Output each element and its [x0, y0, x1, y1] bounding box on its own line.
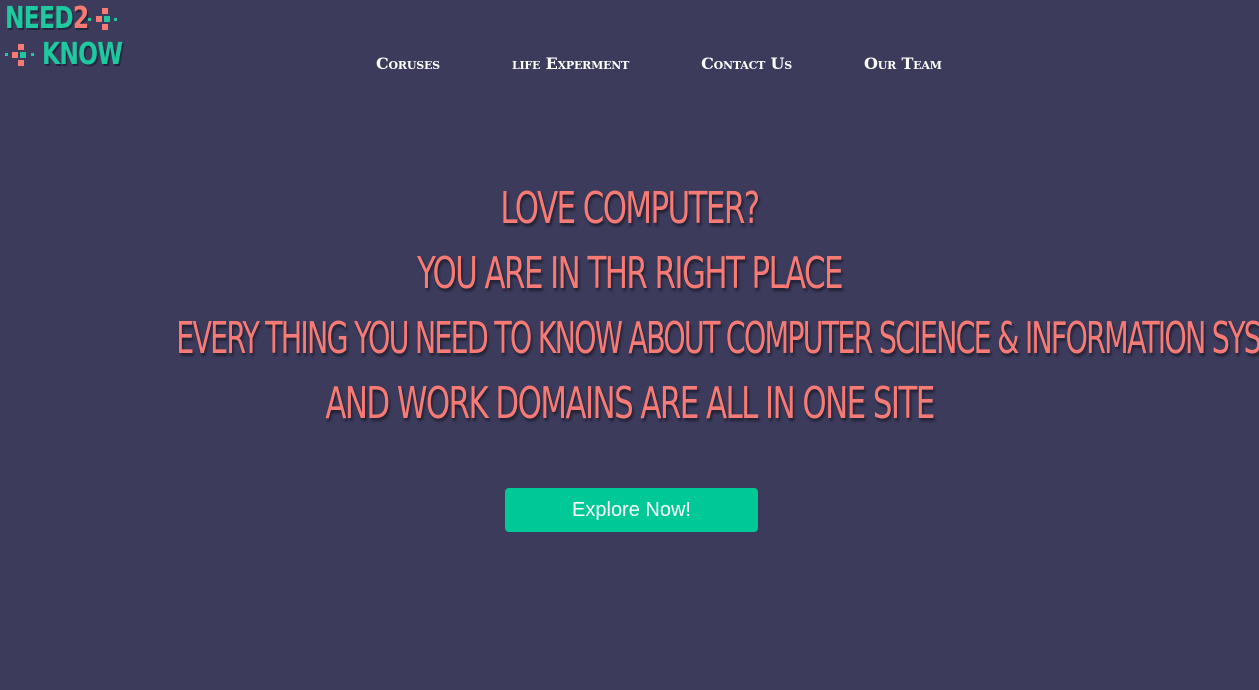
- hero-description-line-1: EVERY THING YOU NEED TO KNOW ABOUT COMPU…: [176, 313, 1259, 364]
- logo-text-know: KNOW: [42, 37, 123, 72]
- logo-pixel: [5, 53, 8, 56]
- logo-pixel: [18, 44, 24, 50]
- logo-pixel: [31, 53, 34, 56]
- main-nav: Coruses life Experment Contact Us Our Te…: [376, 52, 942, 74]
- logo-pixel: [96, 16, 102, 22]
- logo-pixel: [88, 18, 91, 21]
- logo-pixel: [12, 52, 18, 58]
- nav-link-courses[interactable]: Coruses: [376, 54, 440, 73]
- logo-text-need2: NEED2: [5, 1, 89, 36]
- logo-pixel: [18, 60, 24, 66]
- explore-now-button[interactable]: Explore Now!: [505, 488, 758, 532]
- hero-headline: LOVE COMPUTER?: [500, 183, 760, 234]
- logo-pixel: [114, 18, 117, 21]
- logo-pixel: [20, 52, 26, 58]
- hero-subheadline: YOU ARE IN THR RIGHT PLACE: [417, 248, 843, 299]
- nav-link-contact-us[interactable]: Contact Us: [701, 54, 792, 73]
- hero-description-line-2: AND WORK DOMAINS ARE ALL IN ONE SITE: [325, 378, 935, 429]
- nav-link-our-team[interactable]: Our Team: [864, 54, 942, 73]
- site-logo[interactable]: NEED2 KNOW: [4, 2, 124, 74]
- logo-pixel: [102, 24, 108, 30]
- logo-pixel: [104, 16, 110, 22]
- nav-link-life-experiment[interactable]: life Experment: [512, 54, 629, 73]
- hero-section: LOVE COMPUTER? YOU ARE IN THR RIGHT PLAC…: [0, 176, 1259, 436]
- logo-pixel: [102, 8, 108, 14]
